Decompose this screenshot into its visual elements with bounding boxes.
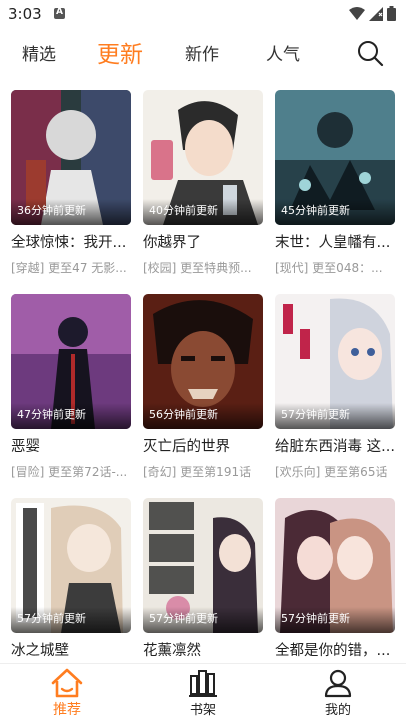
update-time: 40分钟前更新 <box>149 204 218 217</box>
nav-profile-label: 我的 <box>324 703 351 718</box>
comic-latest-chapter: [现代] 更至048：... <box>275 261 383 275</box>
update-time: 45分钟前更新 <box>281 204 350 217</box>
tab-new[interactable]: 新作 <box>185 40 219 65</box>
update-time: 57分钟前更新 <box>17 612 86 625</box>
comic-latest-chapter: [冒险] 更至第72话-... <box>11 465 128 479</box>
comic-title[interactable]: 恶婴 <box>11 435 131 456</box>
nav-profile[interactable]: 我的 <box>308 668 368 718</box>
comic-title[interactable]: 末世：人皇幡有... <box>275 231 395 252</box>
comic-title[interactable]: 灭亡后的世界 <box>143 435 263 456</box>
bottom-nav: 推荐 书架 我的 <box>0 663 406 724</box>
comic-latest-chapter: [校园] 更至特典预... <box>143 261 252 275</box>
home-icon <box>51 668 83 698</box>
update-time: 57分钟前更新 <box>281 408 350 421</box>
comic-cover[interactable]: 57分钟前更新 <box>275 294 395 429</box>
update-time: 47分钟前更新 <box>17 408 86 421</box>
nav-bookshelf[interactable]: 书架 <box>173 668 233 718</box>
profile-icon <box>324 669 352 698</box>
tab-updates[interactable]: 更新 <box>97 35 143 69</box>
comic-cover[interactable]: 45分钟前更新 <box>275 90 395 225</box>
comic-latest-chapter: [穿越] 更至47 无影... <box>11 261 127 275</box>
comic-card[interactable]: 57分钟前更新 全都是你的错，... <box>275 498 395 663</box>
update-time: 56分钟前更新 <box>149 408 218 421</box>
comic-card[interactable]: 40分钟前更新 你越界了 [校园] 更至特典预... <box>143 90 263 276</box>
signal-icon <box>369 6 383 21</box>
comic-cover[interactable]: 57分钟前更新 <box>143 498 263 633</box>
comic-cover[interactable]: 57分钟前更新 <box>11 498 131 633</box>
comic-card[interactable]: 36分钟前更新 全球惊悚：我开... [穿越] 更至47 无影... <box>11 90 131 276</box>
comic-title[interactable]: 花薰凛然 <box>143 639 263 660</box>
comic-cover[interactable]: 36分钟前更新 <box>11 90 131 225</box>
tab-featured[interactable]: 精选 <box>22 40 56 65</box>
top-tabs: 精选 更新 新作 人气 <box>0 34 406 74</box>
update-time: 57分钟前更新 <box>149 612 218 625</box>
comic-card[interactable]: 56分钟前更新 灭亡后的世界 [奇幻] 更至第191话 <box>143 294 263 480</box>
comic-card[interactable]: 47分钟前更新 恶婴 [冒险] 更至第72话-... <box>11 294 131 480</box>
update-time: 36分钟前更新 <box>17 204 86 217</box>
nav-recommend-label: 推荐 <box>53 702 81 718</box>
status-bar: 3:03 <box>0 0 406 28</box>
notification-icon <box>54 7 65 19</box>
tab-popular[interactable]: 人气 <box>266 40 300 65</box>
comic-cover[interactable]: 57分钟前更新 <box>275 498 395 633</box>
update-time: 57分钟前更新 <box>281 612 350 625</box>
comic-title[interactable]: 全球惊悚：我开... <box>11 231 131 252</box>
comic-title[interactable]: 给脏东西消毒 这... <box>275 435 395 456</box>
comic-cover[interactable]: 56分钟前更新 <box>143 294 263 429</box>
search-icon[interactable] <box>356 39 384 67</box>
comic-card[interactable]: 57分钟前更新 花薰凛然 <box>143 498 263 663</box>
comic-card[interactable]: 57分钟前更新 给脏东西消毒 这... [欢乐向] 更至第65话 <box>275 294 395 480</box>
comic-latest-chapter: [欢乐向] 更至第65话 <box>275 465 388 479</box>
comic-card[interactable]: 57分钟前更新 冰之城壁 <box>11 498 131 663</box>
nav-recommend[interactable]: 推荐 <box>37 668 97 719</box>
comic-cover[interactable]: 40分钟前更新 <box>143 90 263 225</box>
comic-title[interactable]: 全都是你的错，... <box>275 639 395 660</box>
bookshelf-icon <box>189 670 217 697</box>
status-time: 3:03 <box>8 5 42 23</box>
comic-title[interactable]: 你越界了 <box>143 231 263 252</box>
comic-title[interactable]: 冰之城壁 <box>11 639 131 660</box>
wifi-icon <box>349 6 365 20</box>
nav-bookshelf-label: 书架 <box>189 703 216 718</box>
comic-card[interactable]: 45分钟前更新 末世：人皇幡有... [现代] 更至048：... <box>275 90 395 276</box>
comic-latest-chapter: [奇幻] 更至第191话 <box>143 465 252 479</box>
comic-cover[interactable]: 47分钟前更新 <box>11 294 131 429</box>
battery-icon <box>387 6 396 21</box>
status-icons <box>349 6 396 21</box>
comic-grid: 36分钟前更新 全球惊悚：我开... [穿越] 更至47 无影... 40分钟前… <box>0 78 406 663</box>
